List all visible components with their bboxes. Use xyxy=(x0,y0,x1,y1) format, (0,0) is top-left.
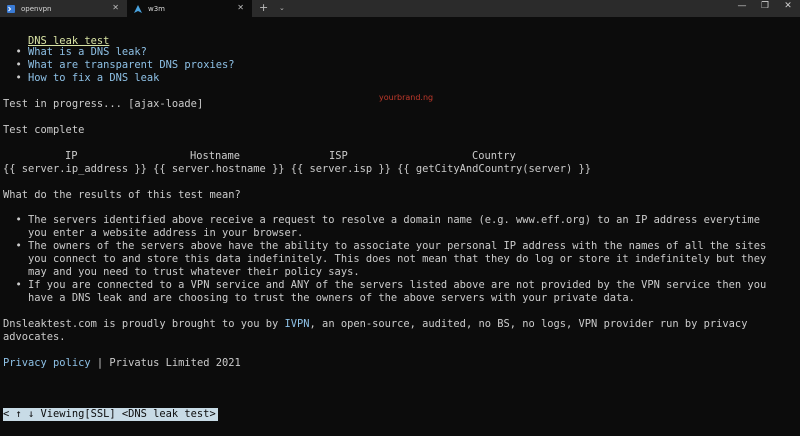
privacy-policy-link[interactable]: Privacy policy xyxy=(3,357,91,369)
tab-w3m[interactable]: w3m ✕ xyxy=(127,0,252,17)
tab-close-icon[interactable]: ✕ xyxy=(112,3,119,12)
table-header-hostname: Hostname xyxy=(190,150,241,162)
close-button[interactable]: ✕ xyxy=(777,1,799,11)
footer-prefix: Dnsleaktest.com is proudly brought to yo… xyxy=(3,318,285,330)
new-tab-button[interactable]: + xyxy=(259,1,268,14)
bullet-2-line-3: may and you need to trust whatever their… xyxy=(28,266,360,278)
bullet-2-line-2: you connect to and store this data indef… xyxy=(28,253,767,265)
terminal-icon xyxy=(7,4,15,13)
arch-linux-icon xyxy=(134,4,142,13)
nav-link-what-is-dns-leak[interactable]: What is a DNS leak? xyxy=(28,46,147,58)
copyright-text: | Privatus Limited 2021 xyxy=(90,357,241,369)
title-bar: openvpn ✕ w3m ✕ + ⌄ — ❐ ✕ xyxy=(0,0,800,17)
footer-suffix: , an open-source, audited, no BS, no log… xyxy=(309,318,748,330)
nav-link-transparent-dns[interactable]: What are transparent DNS proxies? xyxy=(28,59,234,71)
table-header-isp: ISP xyxy=(329,150,348,162)
bullet-2-line-1: The owners of the servers above have the… xyxy=(28,240,767,252)
tab-label: w3m xyxy=(148,4,165,13)
minimize-button[interactable]: — xyxy=(731,1,753,11)
watermark: yourbrand.ng xyxy=(379,93,434,102)
tab-close-icon[interactable]: ✕ xyxy=(237,3,244,12)
maximize-button[interactable]: ❐ xyxy=(754,1,776,11)
table-row: {{ server.ip_address }} {{ server.hostna… xyxy=(3,163,592,175)
ivpn-link[interactable]: IVPN xyxy=(285,318,310,330)
tab-label: openvpn xyxy=(21,4,52,13)
progress-text: Test in progress... xyxy=(3,98,122,110)
tab-dropdown-icon[interactable]: ⌄ xyxy=(279,4,285,12)
table-header-ip: IP xyxy=(65,150,78,162)
ajax-loader-placeholder: [ajax-loade] xyxy=(128,98,204,110)
footer-line-2: advocates. xyxy=(3,331,66,343)
table-header-country: Country xyxy=(472,150,516,162)
bullet-3-line-1: If you are connected to a VPN service an… xyxy=(28,279,767,291)
bullet-3-line-2: have a DNS leak and are choosing to trus… xyxy=(28,292,635,304)
complete-text: Test complete xyxy=(3,124,85,136)
bullet-1-line-2: you enter a website address in your brow… xyxy=(28,227,304,239)
nav-link-fix-dns-leak[interactable]: How to fix a DNS leak xyxy=(28,72,159,84)
status-bar: < ↑ ↓ Viewing[SSL] <DNS leak test> xyxy=(3,408,218,421)
terminal-content: DNS leak test • What is a DNS leak? • Wh… xyxy=(3,34,767,369)
tab-openvpn[interactable]: openvpn ✕ xyxy=(0,0,127,17)
bullet-1-line-1: The servers identified above receive a r… xyxy=(28,214,760,226)
results-question: What do the results of this test mean? xyxy=(3,189,241,201)
